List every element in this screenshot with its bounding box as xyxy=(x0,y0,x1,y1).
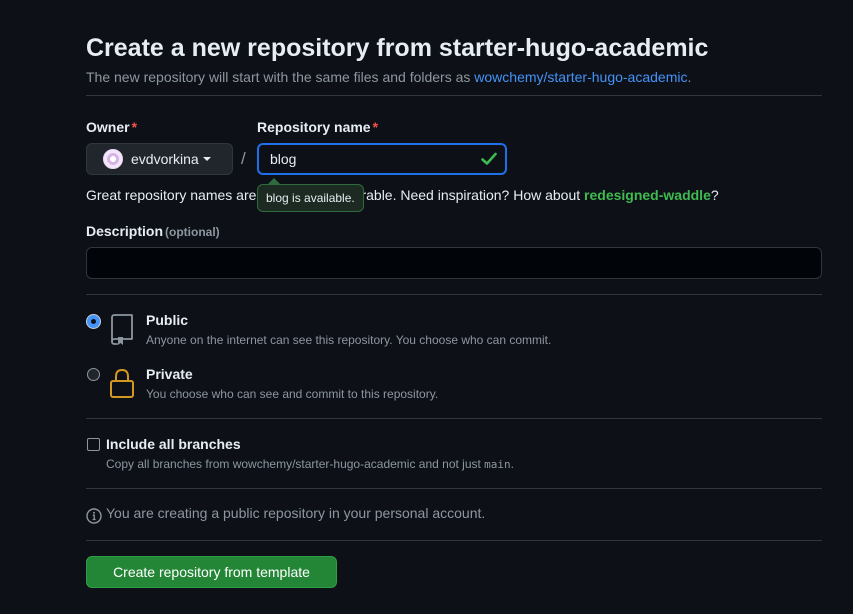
chevron-down-icon xyxy=(202,157,211,161)
lock-icon xyxy=(110,368,134,398)
owner-repo-separator: / xyxy=(241,149,246,168)
description-input[interactable] xyxy=(86,247,822,279)
branches-desc-suffix: . xyxy=(510,457,515,471)
branches-desc-prefix: Copy all branches from wowchemy/starter-… xyxy=(106,457,485,471)
branch-name-code: main xyxy=(484,458,511,471)
repo-name-required-mark: * xyxy=(372,119,379,135)
divider xyxy=(86,294,822,295)
avatar xyxy=(103,149,123,169)
create-repository-page: Create a new repository from starter-hug… xyxy=(0,0,853,614)
visibility-info-text: You are creating a public repository in … xyxy=(106,505,486,521)
private-description: You choose who can see and commit to thi… xyxy=(146,387,439,401)
repo-name-label: Repository name * xyxy=(257,117,378,137)
name-suggestion-link[interactable]: redesigned-waddle xyxy=(584,187,711,203)
subtitle-prefix: The new repository will start with the s… xyxy=(86,69,475,85)
hint-suffix: ? xyxy=(710,187,719,203)
description-label-text: Description xyxy=(86,223,164,239)
description-label: Description (optional) xyxy=(86,221,220,242)
divider xyxy=(86,418,822,419)
repo-name-hint: Great repository names are short and mem… xyxy=(86,185,719,205)
owner-label: Owner * xyxy=(86,117,137,137)
repo-icon xyxy=(111,314,133,345)
repo-name-input[interactable]: blog xyxy=(257,143,507,175)
availability-tooltip: blog is available. xyxy=(257,184,364,212)
include-branches-checkbox[interactable] xyxy=(87,438,100,451)
info-icon xyxy=(86,508,102,524)
description-optional: (optional) xyxy=(165,225,220,239)
owner-dropdown[interactable]: evdvorkina xyxy=(86,143,233,175)
owner-name: evdvorkina xyxy=(131,151,199,167)
page-subtitle: The new repository will start with the s… xyxy=(86,67,691,87)
divider xyxy=(86,540,822,541)
page-title: Create a new repository from starter-hug… xyxy=(86,34,709,62)
public-description: Anyone on the internet can see this repo… xyxy=(146,333,552,347)
include-branches-label[interactable]: Include all branches xyxy=(106,436,241,452)
divider xyxy=(86,95,822,96)
check-icon xyxy=(481,152,497,165)
repo-name-value: blog xyxy=(270,151,297,167)
template-link[interactable]: wowchemy/starter-hugo-academic xyxy=(474,69,687,85)
subtitle-suffix: . xyxy=(687,69,692,85)
private-title: Private xyxy=(146,366,193,382)
repo-name-label-text: Repository name xyxy=(257,119,371,135)
public-title: Public xyxy=(146,312,189,328)
owner-label-text: Owner xyxy=(86,119,130,135)
private-radio[interactable] xyxy=(87,368,100,381)
include-branches-description: Copy all branches from wowchemy/starter-… xyxy=(106,457,514,471)
owner-required-mark: * xyxy=(131,119,138,135)
divider xyxy=(86,488,822,489)
create-repository-button[interactable]: Create repository from template xyxy=(86,556,337,588)
public-radio[interactable] xyxy=(87,315,100,328)
